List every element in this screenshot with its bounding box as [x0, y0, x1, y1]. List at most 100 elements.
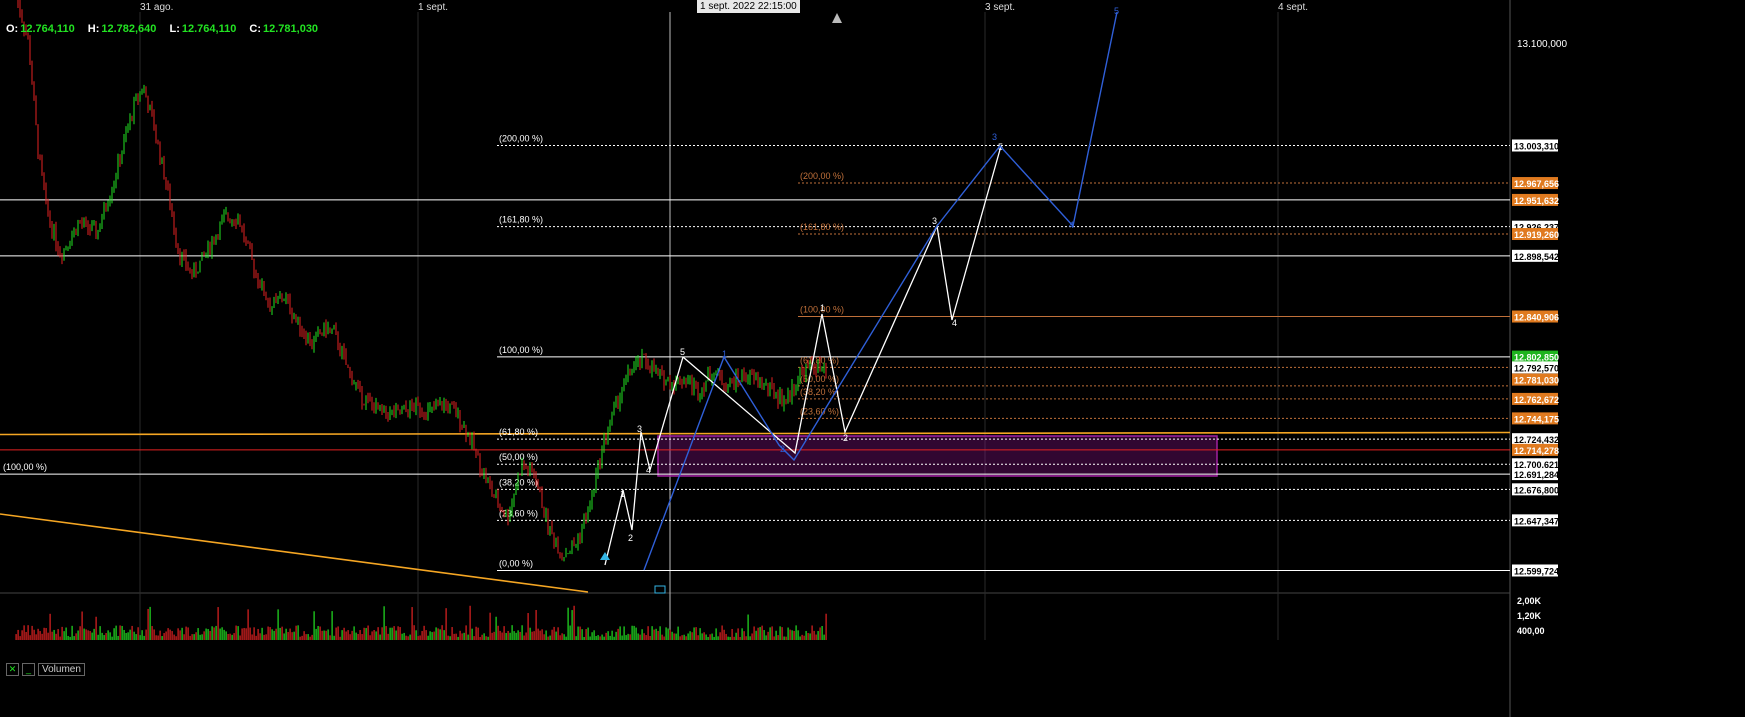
volume-bar	[35, 634, 37, 640]
volume-label: Volumen	[38, 663, 85, 676]
order-marker-icon	[654, 585, 666, 594]
volume-bar	[89, 630, 91, 640]
volume-bar	[283, 633, 285, 640]
wave-label-white: 5	[680, 347, 685, 357]
volume-bar	[787, 627, 789, 640]
volume-bar	[617, 628, 619, 640]
volume-bar	[661, 634, 663, 640]
volume-bar	[775, 630, 777, 640]
volume-bar	[771, 626, 773, 640]
volume-bar	[375, 631, 377, 640]
price-tag-text: 12.967,656	[1514, 179, 1559, 189]
volume-bar	[595, 636, 597, 640]
volume-bar	[331, 611, 333, 640]
volume-bar	[275, 628, 277, 640]
volume-bar	[335, 627, 337, 640]
volume-bar	[511, 625, 513, 640]
volume-bar	[399, 627, 401, 640]
wave-label-white: 1	[620, 489, 625, 499]
volume-bar	[545, 630, 547, 640]
volume-bar	[167, 628, 169, 640]
descending-trendline	[0, 513, 589, 593]
fib-level-label: (100,00 %)	[499, 345, 543, 355]
volume-bar	[305, 634, 307, 640]
volume-bar	[135, 634, 137, 640]
volume-bar	[71, 625, 73, 640]
scroll-marker-icon	[832, 13, 842, 23]
volume-bar	[561, 633, 563, 640]
volume-bar	[697, 635, 699, 640]
volume-bar	[287, 631, 289, 640]
volume-bar	[189, 635, 191, 640]
volume-bar	[709, 634, 711, 640]
volume-bar	[249, 627, 251, 640]
volume-bar	[429, 631, 431, 640]
volume-bar	[211, 626, 213, 640]
volume-bar	[671, 631, 673, 640]
price-tag-text: 12.714,278	[1514, 446, 1559, 456]
volume-bar	[797, 630, 799, 640]
volume-bar	[737, 628, 739, 640]
volume-bar	[251, 634, 253, 640]
volume-bar	[427, 635, 429, 640]
close-icon[interactable]: ✕	[6, 663, 19, 676]
volume-bar	[149, 606, 151, 640]
volume-bar	[21, 630, 23, 640]
wave-label-white: 4	[646, 465, 651, 475]
volume-bar	[91, 632, 93, 640]
volume-bar	[15, 634, 17, 640]
volume-bar	[401, 633, 403, 640]
volume-bar	[435, 627, 437, 640]
volume-bar	[19, 636, 21, 640]
chart-canvas[interactable]: 31 ago. 1 sept. 3 sept. 4 sept. 13.100,000 (1…	[0, 0, 1745, 717]
volume-bar	[247, 609, 249, 640]
price-tag-text: 12.599,724	[1514, 567, 1559, 577]
fib-level-label: (38,20 %)	[499, 477, 538, 487]
volume-bar	[593, 630, 595, 640]
volume-bar	[527, 613, 529, 640]
volume-bar	[397, 626, 399, 640]
price-tag-text: 12.691,284	[1514, 470, 1559, 480]
volume-bar	[615, 631, 617, 640]
volume-bar	[309, 636, 311, 640]
volume-bar	[559, 635, 561, 640]
volume-bar	[111, 636, 113, 640]
volume-bar	[625, 635, 627, 640]
volume-bar	[777, 635, 779, 640]
volume-bar	[437, 628, 439, 640]
volume-bar	[33, 629, 35, 640]
volume-bar	[663, 636, 665, 640]
volume-bar	[337, 626, 339, 640]
volume-bar	[363, 627, 365, 640]
volume-bar	[417, 636, 419, 640]
volume-bar	[635, 627, 637, 640]
volume-bar	[729, 636, 731, 640]
volume-bar	[173, 634, 175, 640]
volume-bar	[761, 625, 763, 640]
fib-level-label: (200,00 %)	[499, 134, 543, 144]
volume-bar	[303, 631, 305, 640]
volume-bar	[785, 636, 787, 640]
volume-bar	[201, 634, 203, 640]
volume-bar	[343, 627, 345, 640]
volume-bar	[685, 636, 687, 640]
volume-bar	[261, 627, 263, 640]
open-value: 12.764,110	[20, 23, 75, 35]
volume-bar	[349, 634, 351, 640]
volume-bar	[487, 636, 489, 640]
volume-bar	[795, 625, 797, 640]
volume-bar	[109, 632, 111, 640]
volume-bar	[687, 633, 689, 640]
volume-bar	[243, 627, 245, 640]
volume-bar	[25, 631, 27, 640]
trading-chart[interactable]: 31 ago. 1 sept. 3 sept. 4 sept. 13.100,000 (1…	[0, 0, 1745, 717]
volume-bar	[783, 636, 785, 640]
volume-bar	[431, 632, 433, 640]
volume-bar	[473, 636, 475, 640]
volume-bar	[445, 608, 447, 640]
volume-bar	[603, 636, 605, 640]
volume-bar	[741, 628, 743, 640]
minimize-icon[interactable]: _	[22, 663, 35, 676]
volume-bar	[517, 630, 519, 640]
volume-bar	[153, 629, 155, 640]
